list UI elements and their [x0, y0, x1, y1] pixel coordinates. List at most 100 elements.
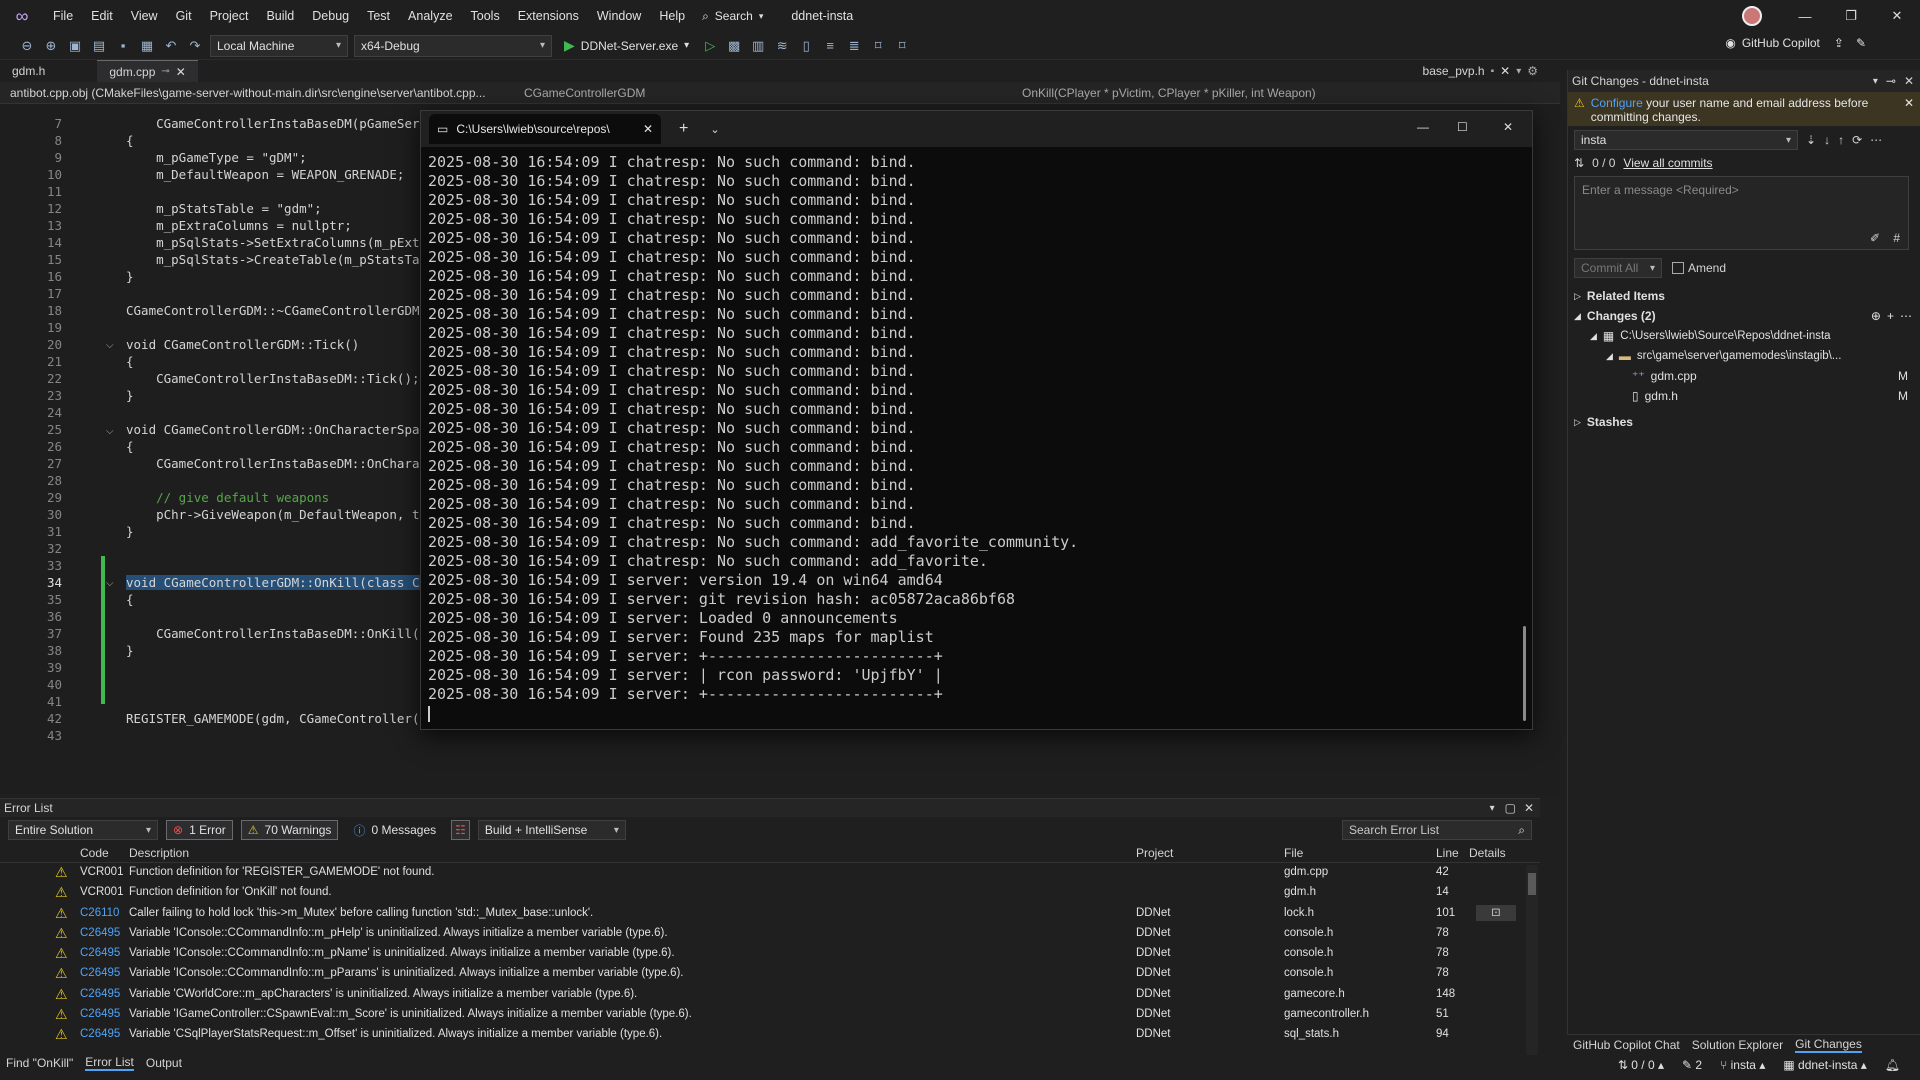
pending-changes-status[interactable]: ✎ 2 — [1682, 1058, 1702, 1072]
close-window-button[interactable]: ✕ — [1874, 0, 1920, 32]
add-icon[interactable]: + — [1887, 309, 1894, 323]
repo-node[interactable]: ◢ ▦ C:\Users\lwieb\Source\Repos\ddnet-in… — [1568, 326, 1920, 346]
menu-extensions[interactable]: Extensions — [509, 0, 588, 32]
collapse-icon[interactable]: ⌵ — [106, 426, 114, 437]
cell-code[interactable]: C26495 — [80, 967, 120, 979]
view-all-commits-link[interactable]: View all commits — [1623, 156, 1712, 170]
scope-dropdown[interactable]: Entire Solution ▾ — [8, 820, 158, 840]
error-list-row[interactable]: ⚠ VCR001 Function definition for 'OnKill' … — [0, 883, 1540, 903]
file-scope-dropdown[interactable]: antibot.cpp.obj (CMakeFiles\game-server-… — [10, 86, 516, 100]
bookmark-icon[interactable]: ▯ — [797, 37, 815, 55]
menu-view[interactable]: View — [122, 0, 167, 32]
column-code[interactable]: Code — [80, 846, 109, 860]
terminal-tab[interactable]: ▭ C:\Users\lwieb\source\repos\ ✕ — [429, 114, 661, 144]
github-copilot-button[interactable]: ◉ GitHub Copilot ⇪ ✎ — [1725, 36, 1866, 50]
more-icon[interactable]: ⋯ — [1870, 133, 1882, 147]
changed-file[interactable]: ⁺⁺ gdm.cpp M — [1568, 366, 1920, 386]
attach-icon[interactable]: ▩ — [725, 37, 743, 55]
amend-checkbox[interactable] — [1672, 262, 1684, 274]
close-icon[interactable]: ✕ — [1904, 74, 1914, 88]
stashes-section[interactable]: ▷ Stashes — [1568, 412, 1920, 432]
hot-reload-icon[interactable]: ≋ — [773, 37, 791, 55]
close-icon[interactable]: ✕ — [643, 122, 653, 136]
commit-message-input[interactable]: Enter a message <Required> ✐ # — [1574, 176, 1909, 250]
feedback-icon[interactable]: ✎ — [1856, 36, 1866, 50]
scrollbar-thumb[interactable] — [1528, 873, 1536, 895]
tab-git-changes[interactable]: Git Changes — [1795, 1037, 1862, 1053]
error-list-row[interactable]: ⚠ C26495 Variable 'IGameController::CSpawn… — [0, 1005, 1540, 1025]
configure-link[interactable]: Configure — [1591, 96, 1643, 110]
sync-status[interactable]: ⇅ 0 / 0 ▴ — [1618, 1058, 1664, 1072]
tab-gdm-cpp[interactable]: gdm.cpp ⊸ ✕ — [97, 60, 198, 82]
menu-analyze[interactable]: Analyze — [399, 0, 461, 32]
fetch-icon[interactable]: ⇣ — [1806, 133, 1816, 147]
minimize-button[interactable]: — — [1782, 0, 1828, 32]
sync-icon[interactable]: ⟳ — [1852, 133, 1862, 147]
error-list-scrollbar[interactable] — [1526, 865, 1538, 1055]
more-icon[interactable]: ⋯ — [1900, 309, 1912, 323]
column-project[interactable]: Project — [1136, 846, 1173, 860]
commit-all-button[interactable]: Commit All ▾ — [1574, 258, 1662, 278]
pin-icon[interactable]: ▪ — [1491, 66, 1495, 77]
avatar[interactable] — [1742, 6, 1762, 26]
column-description[interactable]: Description — [129, 846, 189, 860]
tab-solution-explorer[interactable]: Solution Explorer — [1692, 1038, 1783, 1052]
restore-button[interactable]: ❐ — [1828, 0, 1874, 32]
undo-icon[interactable]: ↶ — [162, 37, 180, 55]
menu-tools[interactable]: Tools — [462, 0, 509, 32]
menu-git[interactable]: Git — [167, 0, 201, 32]
class-scope-dropdown[interactable]: CGameControllerGDM — [524, 86, 1014, 100]
close-icon[interactable]: ✕ — [1500, 64, 1510, 78]
notifications-icon[interactable]: 🔔︎ — [1885, 1058, 1900, 1072]
save-icon[interactable]: ▪ — [114, 37, 132, 55]
source-dropdown[interactable]: Build + IntelliSense ▾ — [477, 820, 626, 840]
related-items-section[interactable]: ▷ Related Items — [1568, 286, 1920, 306]
chevron-down-icon[interactable]: ▾ — [1873, 76, 1878, 87]
layout-icon[interactable]: ▥ — [749, 37, 767, 55]
branch-status[interactable]: ⑂ insta ▴ — [1720, 1058, 1765, 1072]
column-file[interactable]: File — [1284, 846, 1303, 860]
uncomment-icon[interactable]: ≣ — [845, 37, 863, 55]
pull-icon[interactable]: ↓ — [1824, 133, 1830, 147]
collapse-icon[interactable]: ⌵ — [106, 578, 114, 589]
save-all-icon[interactable]: ▦ — [138, 37, 156, 55]
start-debugging-button[interactable]: ▶ DDNet-Server.exe ▾ — [558, 37, 695, 54]
close-icon[interactable]: ✕ — [1503, 120, 1513, 134]
terminal-output[interactable]: 2025-08-30 16:54:09 I chatresp: No such … — [428, 153, 1522, 722]
warnings-filter-button[interactable]: ⚠ 70 Warnings — [240, 820, 339, 840]
tab-find-results[interactable]: Find "OnKill" — [6, 1056, 73, 1070]
menu-test[interactable]: Test — [358, 0, 399, 32]
error-list-row[interactable]: ⚠ C26495 Variable 'CWorldCore::m_apCharact… — [0, 985, 1540, 1005]
close-icon[interactable]: ✕ — [1904, 96, 1914, 110]
open-folder-icon[interactable]: ▤ — [90, 37, 108, 55]
close-icon[interactable]: ✕ — [1524, 801, 1534, 815]
terminal-window[interactable]: ▭ C:\Users\lwieb\source\repos\ ✕ + ⌄ — ☐… — [420, 110, 1533, 730]
gear-icon[interactable]: ⚙ — [1527, 64, 1538, 78]
menu-build[interactable]: Build — [257, 0, 303, 32]
close-icon[interactable]: ✕ — [176, 65, 186, 79]
error-list-row[interactable]: ⚠ C26110 Caller failing to hold lock 'this… — [0, 904, 1540, 924]
menu-project[interactable]: Project — [201, 0, 258, 32]
search-box[interactable]: ⌕ Search ▾ — [702, 9, 763, 24]
menu-debug[interactable]: Debug — [303, 0, 358, 32]
cell-code[interactable]: C26110 — [80, 907, 119, 919]
generate-message-icon[interactable]: ✐ — [1870, 231, 1880, 245]
chevron-down-icon[interactable]: ⌄ — [710, 123, 719, 136]
changed-file[interactable]: ▯ gdm.h M — [1568, 386, 1920, 406]
collapse-icon[interactable]: ⌵ — [106, 340, 114, 351]
cell-code[interactable]: C26495 — [80, 1028, 120, 1040]
start-without-debugging-icon[interactable]: ▷ — [701, 37, 719, 55]
error-list-row[interactable]: ⚠ C26495 Variable 'IConsole::CCommandInfo:… — [0, 964, 1540, 984]
configuration-dropdown[interactable]: x64-Debug ▾ — [354, 34, 552, 57]
comment-icon[interactable]: ≡ — [821, 37, 839, 55]
hash-icon[interactable]: # — [1893, 231, 1900, 245]
branch-dropdown[interactable]: insta ▾ — [1574, 130, 1798, 150]
tab-output[interactable]: Output — [146, 1056, 182, 1070]
search-error-list-input[interactable]: Search Error List ⌕ — [1342, 820, 1532, 840]
new-tab-icon[interactable]: + — [679, 120, 688, 138]
cell-code[interactable]: C26495 — [80, 1008, 120, 1020]
changes-section[interactable]: ◢ Changes (2) ⊕ + ⋯ — [1568, 306, 1920, 326]
menu-file[interactable]: File — [44, 0, 82, 32]
tab-error-list[interactable]: Error List — [85, 1055, 134, 1071]
pin-icon[interactable]: ⊸ — [1886, 74, 1896, 88]
